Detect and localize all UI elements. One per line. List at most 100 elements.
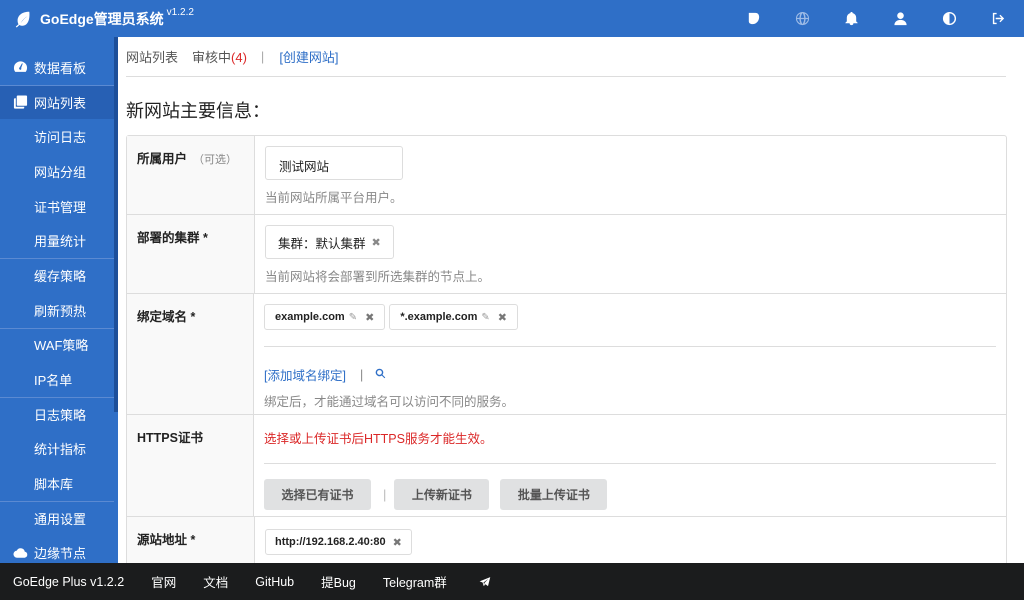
sidebar-item-log-policy[interactable]: 日志策略 — [0, 396, 114, 432]
sidebar-item-label: 刷新预热 — [34, 303, 87, 319]
footer: GoEdge Plus v1.2.2 官网 文档 GitHub 提Bug Tel… — [0, 563, 1024, 600]
remove-icon[interactable]: ✖ — [372, 236, 381, 249]
sidebar-item-label: 统计指标 — [34, 442, 87, 458]
domain-name: *.example.com — [400, 311, 478, 323]
app-version: v1.2.2 — [166, 7, 194, 18]
telegram-label: Telegram群 — [382, 576, 447, 590]
sidebar-item-dashboard[interactable]: 数据看板 — [0, 50, 114, 85]
tab-reviewing[interactable]: 审核中(4) — [192, 47, 247, 66]
user-icon[interactable] — [892, 11, 908, 27]
user-label: 所属用户 — [137, 152, 188, 166]
footer-link-telegram[interactable]: Telegram群 — [383, 572, 491, 591]
footer-link-docs[interactable]: 文档 — [203, 572, 228, 591]
form-row-https: HTTPS证书 选择或上传证书后HTTPS服务才能生效。 选择已有证书 | 上传… — [127, 415, 1006, 517]
sign-out-icon[interactable] — [990, 11, 1006, 27]
search-icon[interactable] — [375, 368, 386, 382]
origin-label: 源站地址 * — [127, 517, 255, 563]
upload-cert-button[interactable]: 上传新证书 — [394, 479, 490, 510]
https-warning: 选择或上传证书后HTTPS服务才能生效。 — [264, 432, 493, 446]
divider — [264, 463, 996, 464]
sidebar-item-label: IP名单 — [34, 373, 73, 389]
remove-icon[interactable]: ✖ — [393, 536, 402, 549]
sidebar-item-certs[interactable]: 证书管理 — [0, 189, 114, 224]
sidebar-item-access-log[interactable]: 访问日志 — [0, 119, 114, 154]
sidebar-item-server-groups[interactable]: 网站分组 — [0, 154, 114, 189]
remove-icon[interactable]: ✖ — [498, 311, 507, 324]
domains-hint: 绑定后，才能通过域名可以访问不同的服务。 — [264, 395, 515, 409]
domains-label: 绑定域名 * — [127, 294, 254, 414]
sidebar-item-label: 边缘节点 — [34, 546, 87, 562]
link-separator: | — [359, 367, 364, 382]
optional-tag: （可选） — [193, 154, 238, 166]
globe-icon[interactable] — [794, 11, 810, 27]
create-server-form: 所属用户 （可选） 测试网站 当前网站所属平台用户。 部署的集群 * 集群：默认集… — [126, 135, 1007, 563]
domain-chip[interactable]: *.example.com ✎ ✖ — [389, 304, 518, 330]
sidebar-item-label: 数据看板 — [34, 60, 87, 76]
form-row-cluster: 部署的集群 * 集群：默认集群 ✖ 当前网站将会部署到所选集群的节点上。 — [127, 215, 1006, 294]
pencil-icon[interactable]: ✎ — [481, 312, 489, 323]
cluster-selector[interactable]: 集群：默认集群 ✖ — [265, 225, 394, 259]
https-label: HTTPS证书 — [127, 415, 254, 516]
telegram-icon — [479, 576, 491, 586]
bell-icon[interactable] — [843, 11, 859, 27]
select-cert-button[interactable]: 选择已有证书 — [264, 479, 371, 510]
tab-server-list[interactable]: 网站列表 — [126, 47, 178, 66]
sidebar-item-label: 脚本库 — [34, 477, 74, 493]
sidebar-item-label: 日志策略 — [34, 407, 87, 423]
pencil-icon[interactable]: ✎ — [349, 312, 357, 323]
domain-chip[interactable]: example.com ✎ ✖ — [264, 304, 386, 330]
sidebar-item-metrics[interactable]: 统计指标 — [0, 432, 114, 467]
sidebar-item-label: 访问日志 — [34, 130, 87, 146]
sidebar-item-purge-fetch[interactable]: 刷新预热 — [0, 293, 114, 328]
sidebar-item-label: 网站列表 — [34, 95, 87, 111]
sidebar-item-settings[interactable]: 通用设置 — [0, 500, 114, 536]
create-server-link[interactable]: [创建网站] — [279, 47, 338, 66]
footer-version[interactable]: GoEdge Plus v1.2.2 — [13, 575, 124, 589]
tab-bar: 网站列表 审核中(4) | [创建网站] — [126, 37, 1006, 77]
origin-address: http://192.168.2.40:80 — [275, 536, 386, 548]
cluster-hint: 当前网站将会部署到所选集群的节点上。 — [265, 270, 491, 284]
domain-name: example.com — [275, 311, 345, 323]
leaf-icon — [15, 11, 30, 28]
contrast-icon[interactable] — [941, 11, 957, 27]
form-row-origin: 源站地址 * http://192.168.2.40:80 ✖ — [127, 517, 1006, 563]
sidebar-item-label: 缓存策略 — [34, 268, 87, 284]
top-bar: GoEdge管理员系统 v1.2.2 — [0, 0, 1024, 37]
user-select[interactable]: 测试网站 — [265, 146, 403, 180]
sidebar-item-label: 通用设置 — [34, 511, 87, 527]
footer-link-website[interactable]: 官网 — [151, 572, 176, 591]
field-label: 所属用户 （可选） — [127, 136, 255, 214]
footer-link-github[interactable]: GitHub — [255, 575, 294, 589]
sidebar-item-label: 用量统计 — [34, 234, 87, 250]
sidebar-item-waf-policy[interactable]: WAF策略 — [0, 327, 114, 363]
sidebar-item-usage-stats[interactable]: 用量统计 — [0, 223, 114, 258]
tab-divider: | — [260, 49, 265, 64]
batch-upload-cert-button[interactable]: 批量上传证书 — [500, 479, 608, 510]
brand[interactable]: GoEdge管理员系统 v1.2.2 — [0, 0, 194, 37]
clone-icon — [13, 95, 28, 110]
sidebar-item-scripts[interactable]: 脚本库 — [0, 466, 114, 501]
cloud-icon — [13, 545, 28, 560]
app-title: GoEdge管理员系统 — [40, 10, 164, 27]
remove-icon[interactable]: ✖ — [365, 311, 374, 324]
add-domain-link[interactable]: [添加域名绑定] — [264, 365, 346, 384]
user-hint: 当前网站所属平台用户。 — [265, 191, 403, 205]
form-row-user: 所属用户 （可选） 测试网站 当前网站所属平台用户。 — [127, 136, 1006, 215]
sidebar-item-label: 网站分组 — [34, 164, 87, 180]
footer-link-bug[interactable]: 提Bug — [321, 572, 356, 591]
origin-chip[interactable]: http://192.168.2.40:80 ✖ — [265, 529, 412, 555]
domain-list: example.com ✎ ✖ *.example.com ✎ ✖ — [264, 304, 996, 330]
sidebar: 数据看板 网站列表 访问日志 网站分组 证书管理 用量统计 缓存策略 刷新预热 … — [0, 37, 118, 563]
sidebar-item-cache-policy[interactable]: 缓存策略 — [0, 258, 114, 293]
cluster-label: 部署的集群 * — [127, 215, 255, 293]
button-separator: | — [383, 487, 387, 502]
divider — [264, 346, 996, 347]
sidebar-item-servers[interactable]: 网站列表 — [0, 84, 114, 120]
sidebar-item-ip-list[interactable]: IP名单 — [0, 362, 114, 397]
sidebar-item-label: 证书管理 — [34, 199, 87, 215]
leaf-icon[interactable] — [745, 11, 761, 27]
main-content: 网站列表 审核中(4) | [创建网站] 新网站主要信息： 所属用户 （可选） 测… — [118, 37, 1024, 563]
review-count-badge: (4) — [231, 50, 247, 65]
cluster-chip-label: 集群：默认集群 — [278, 236, 366, 251]
sidebar-item-label: WAF策略 — [34, 338, 89, 354]
